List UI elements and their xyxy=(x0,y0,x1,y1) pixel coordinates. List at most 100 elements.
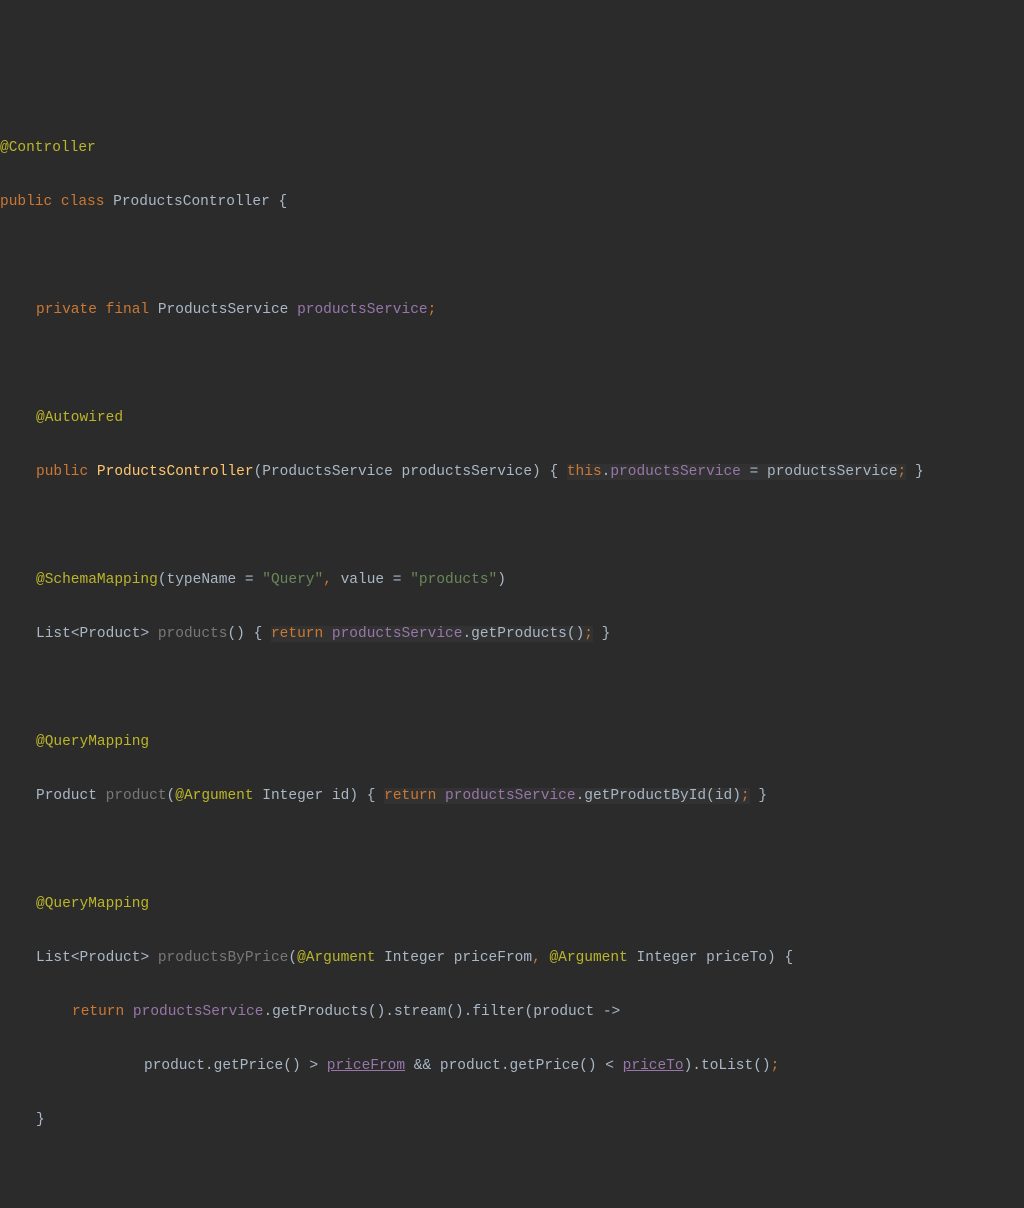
paren-close: ) xyxy=(762,1058,771,1074)
generic-close: > xyxy=(140,950,149,966)
annotation: @SchemaMapping xyxy=(36,572,158,588)
annotation: @Argument xyxy=(175,788,253,804)
type: Product xyxy=(80,950,141,966)
arrow: -> xyxy=(594,1004,620,1020)
dot: . xyxy=(692,1058,701,1074)
keyword-return: return xyxy=(271,626,323,642)
method-name: product xyxy=(106,788,167,804)
param: id xyxy=(332,788,349,804)
field-name: productsService xyxy=(297,302,428,318)
code-line: } xyxy=(0,1107,1024,1134)
paren-close: ) xyxy=(767,950,776,966)
var-ref: product xyxy=(440,1058,501,1074)
paren-open: ( xyxy=(446,1004,455,1020)
paren-close: ) xyxy=(455,1004,464,1020)
code-line: @QueryMapping xyxy=(0,729,1024,756)
op-assign: = xyxy=(236,572,262,588)
annotation: @QueryMapping xyxy=(36,734,149,750)
keyword-final: final xyxy=(106,302,150,318)
op-assign: = xyxy=(741,464,767,480)
string-literal: "products" xyxy=(410,572,497,588)
paren-open: ( xyxy=(167,788,176,804)
annotation: @Argument xyxy=(549,950,627,966)
dot: . xyxy=(576,788,585,804)
param-ref: priceTo xyxy=(623,1058,684,1074)
generic-open: < xyxy=(71,950,80,966)
method-call: stream xyxy=(394,1004,446,1020)
method-call: getProducts xyxy=(471,626,567,642)
method-call: getProducts xyxy=(272,1004,368,1020)
class-name: ProductsController xyxy=(113,194,270,210)
paren-close: ) xyxy=(576,626,585,642)
paren-open: ( xyxy=(368,1004,377,1020)
paren-close: ) xyxy=(684,1058,693,1074)
field-ref: productsService xyxy=(445,788,576,804)
attr-name: typeName xyxy=(167,572,237,588)
blank-line xyxy=(0,351,1024,378)
paren-close: ) xyxy=(497,572,506,588)
paren-close: ) xyxy=(732,788,741,804)
method-call: getPrice xyxy=(510,1058,580,1074)
type: Product xyxy=(80,626,141,642)
semicolon: ; xyxy=(584,626,593,642)
dot: . xyxy=(462,626,471,642)
code-line: @Autowired xyxy=(0,405,1024,432)
brace-open: { xyxy=(278,194,287,210)
code-line: public class ProductsController { xyxy=(0,189,1024,216)
op-gt: > xyxy=(301,1058,327,1074)
blank-line xyxy=(0,837,1024,864)
keyword-class: class xyxy=(61,194,105,210)
semicolon: ; xyxy=(898,464,907,480)
semicolon: ; xyxy=(428,302,437,318)
paren-open: ( xyxy=(283,1058,292,1074)
var-ref: product xyxy=(144,1058,205,1074)
param-ref: priceFrom xyxy=(327,1058,405,1074)
brace-open: { xyxy=(549,464,558,480)
attr-name: value xyxy=(341,572,385,588)
semicolon: ; xyxy=(741,788,750,804)
dot: . xyxy=(501,1058,510,1074)
code-line: product.getPrice() > priceFrom && produc… xyxy=(0,1053,1024,1080)
paren-open: ( xyxy=(254,464,263,480)
dot: . xyxy=(464,1004,473,1020)
method-call: filter xyxy=(472,1004,524,1020)
type: Integer xyxy=(637,950,698,966)
brace-open: { xyxy=(784,950,793,966)
method-name: productsByPrice xyxy=(158,950,289,966)
type: Integer xyxy=(262,788,323,804)
brace-close: } xyxy=(915,464,924,480)
paren-close: ) xyxy=(532,464,541,480)
keyword-private: private xyxy=(36,302,97,318)
annotation: @Autowired xyxy=(36,410,123,426)
type: ProductsService xyxy=(158,302,289,318)
paren-close: ) xyxy=(349,788,358,804)
param-ref: id xyxy=(715,788,732,804)
code-line: private final ProductsService productsSe… xyxy=(0,297,1024,324)
lambda-param: product xyxy=(533,1004,594,1020)
generic-open: < xyxy=(71,626,80,642)
generic-close: > xyxy=(140,626,149,642)
blank-line xyxy=(0,675,1024,702)
code-editor[interactable]: @Controller public class ProductsControl… xyxy=(0,108,1024,1208)
method-call: getProductById xyxy=(584,788,706,804)
brace-close: } xyxy=(758,788,767,804)
constructor-name: ProductsController xyxy=(97,464,254,480)
keyword-this: this xyxy=(567,464,602,480)
paren-close: ) xyxy=(377,1004,386,1020)
type: ProductsService xyxy=(262,464,393,480)
dot: . xyxy=(385,1004,394,1020)
code-line: List<Product> productsByPrice(@Argument … xyxy=(0,945,1024,972)
param-ref: productsService xyxy=(767,464,898,480)
paren-open: ( xyxy=(227,626,236,642)
param: productsService xyxy=(402,464,533,480)
brace-close: } xyxy=(602,626,611,642)
code-line: @SchemaMapping(typeName = "Query", value… xyxy=(0,567,1024,594)
paren-open: ( xyxy=(579,1058,588,1074)
param: priceFrom xyxy=(454,950,532,966)
op-assign: = xyxy=(384,572,410,588)
field-ref: productsService xyxy=(133,1004,264,1020)
code-line: @QueryMapping xyxy=(0,891,1024,918)
annotation: @QueryMapping xyxy=(36,896,149,912)
code-line: public ProductsController(ProductsServic… xyxy=(0,459,1024,486)
method-call: toList xyxy=(701,1058,753,1074)
